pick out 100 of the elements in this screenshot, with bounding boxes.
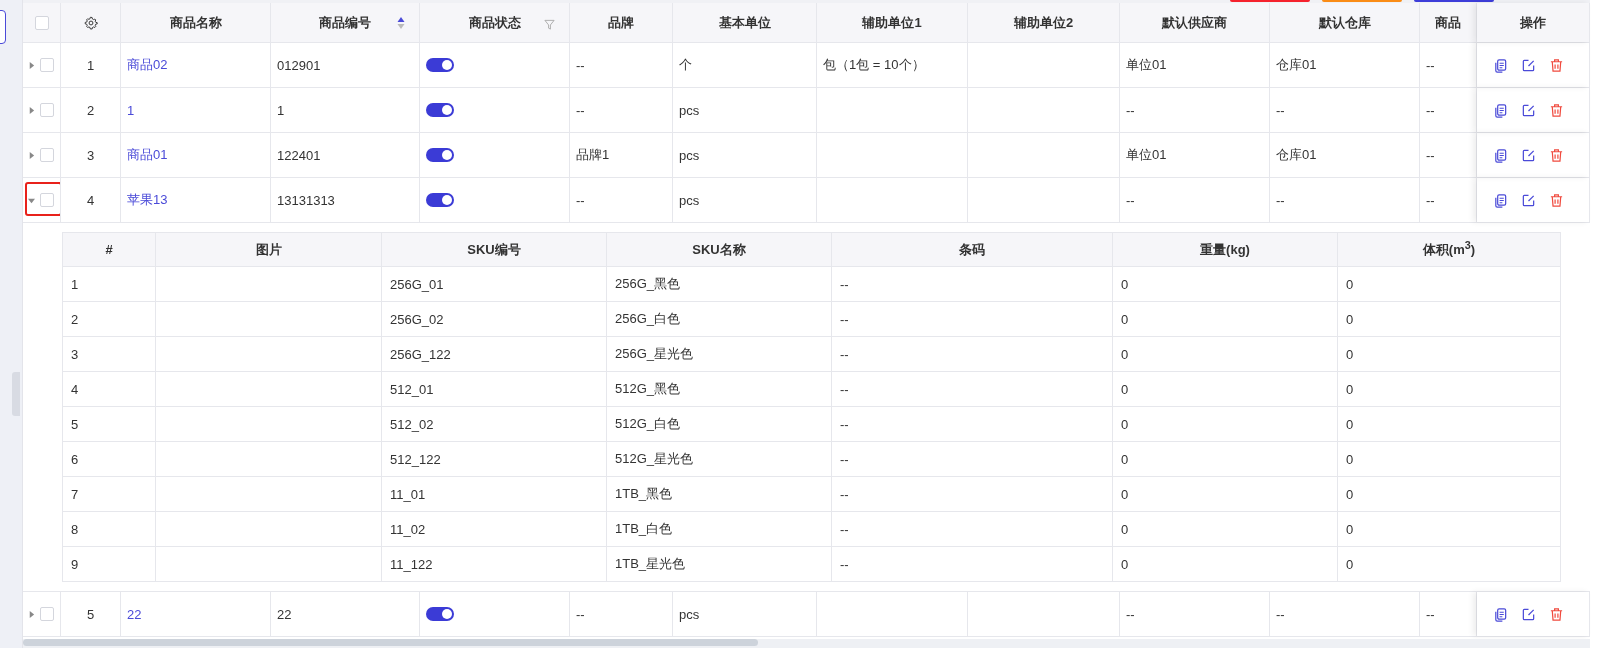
table-cell: 品牌1: [576, 146, 610, 164]
table-cell: 0: [1121, 451, 1129, 467]
delete-icon[interactable]: [1549, 606, 1564, 622]
table-cell: 0: [1121, 381, 1129, 397]
row-number: 1: [86, 57, 95, 73]
table-cell: 0: [1346, 346, 1354, 362]
column-header: SKU名称: [692, 240, 746, 259]
delete-icon[interactable]: [1549, 102, 1564, 118]
table-cell: --: [576, 606, 585, 622]
edit-icon[interactable]: [1521, 57, 1536, 73]
table-cell: 个: [679, 56, 692, 74]
table-cell: 0: [1346, 416, 1354, 432]
table-cell: 11_02: [390, 521, 426, 537]
edit-icon[interactable]: [1521, 147, 1536, 163]
table-cell: --: [1126, 102, 1135, 118]
copy-icon[interactable]: [1493, 606, 1508, 622]
table-cell: 0: [1346, 381, 1354, 397]
table-cell: 13131313: [277, 192, 335, 208]
product-name-link[interactable]: 商品02: [127, 56, 168, 74]
edit-icon[interactable]: [1521, 606, 1536, 622]
table-cell: --: [576, 192, 585, 208]
table-cell: 5: [71, 416, 79, 432]
table-cell: --: [1126, 192, 1135, 208]
row-checkbox[interactable]: [40, 148, 54, 162]
column-header: 默认供应商: [1162, 13, 1227, 32]
copy-icon[interactable]: [1493, 57, 1508, 73]
column-header: 辅助单位2: [1013, 13, 1074, 32]
table-cell: 4: [71, 381, 79, 397]
settings-icon[interactable]: [83, 15, 98, 30]
column-header: 辅助单位1: [862, 13, 922, 32]
status-toggle[interactable]: [426, 607, 454, 621]
sort-icon[interactable]: [397, 15, 405, 30]
delete-icon[interactable]: [1549, 57, 1564, 73]
table-cell: 仓库01: [1276, 56, 1317, 74]
table-cell: 0: [1346, 451, 1354, 467]
copy-icon[interactable]: [1493, 102, 1508, 118]
row-checkbox[interactable]: [40, 193, 54, 207]
table-cell: 1TB_星光色: [615, 555, 686, 573]
table-cell: 7: [71, 486, 79, 502]
column-header: SKU编号: [467, 240, 521, 259]
table-cell: --: [576, 102, 585, 118]
table-cell: --: [1126, 606, 1135, 622]
table-cell: --: [840, 276, 849, 292]
table-cell: --: [1426, 606, 1435, 622]
table-cell: --: [840, 381, 849, 397]
status-toggle[interactable]: [426, 148, 454, 162]
table-cell: 3: [71, 346, 79, 362]
table-cell: --: [840, 346, 849, 362]
edit-icon[interactable]: [1521, 102, 1536, 118]
copy-icon[interactable]: [1493, 147, 1508, 163]
row-checkbox[interactable]: [40, 607, 54, 621]
table-cell: 0: [1346, 521, 1354, 537]
table-cell: --: [1276, 606, 1285, 622]
table-cell: 512_122: [390, 451, 441, 467]
product-name-link[interactable]: 1: [127, 102, 135, 118]
table-cell: 256G_01: [390, 276, 444, 292]
expand-caret-icon[interactable]: [28, 61, 35, 69]
product-name-link[interactable]: 商品01: [127, 146, 168, 164]
table-cell: 2: [71, 311, 79, 327]
expand-caret-icon[interactable]: [28, 196, 35, 204]
column-header: 默认仓库: [1318, 13, 1371, 32]
product-name-link[interactable]: 22: [127, 606, 142, 622]
expand-caret-icon[interactable]: [28, 106, 35, 114]
table-cell: --: [840, 521, 849, 537]
expand-caret-icon[interactable]: [28, 151, 35, 159]
table-cell: --: [576, 57, 585, 73]
row-number: 2: [86, 102, 95, 118]
status-toggle[interactable]: [426, 193, 454, 207]
table-cell: 0: [1346, 311, 1354, 327]
filter-icon[interactable]: [544, 19, 555, 30]
table-cell: --: [1426, 57, 1435, 73]
table-cell: 0: [1121, 276, 1129, 292]
expand-caret-icon[interactable]: [28, 610, 35, 618]
table-cell: 1TB_黑色: [615, 485, 673, 503]
edit-icon[interactable]: [1521, 192, 1536, 208]
product-name-link[interactable]: 苹果13: [127, 191, 168, 209]
row-checkbox[interactable]: [40, 103, 54, 117]
table-cell: --: [1426, 102, 1435, 118]
copy-icon[interactable]: [1493, 192, 1508, 208]
delete-icon[interactable]: [1549, 192, 1564, 208]
row-checkbox[interactable]: [40, 58, 54, 72]
status-toggle[interactable]: [426, 103, 454, 117]
horizontal-scrollbar[interactable]: [23, 639, 758, 646]
table-cell: --: [1426, 147, 1435, 163]
table-cell: 0: [1121, 556, 1129, 572]
status-toggle[interactable]: [426, 58, 454, 72]
table-cell: --: [840, 486, 849, 502]
column-header: 条码: [959, 240, 985, 259]
table-cell: 512_01: [390, 381, 434, 397]
table-cell: pcs: [679, 192, 700, 208]
table-cell: 512_02: [390, 416, 434, 432]
table-cell: 1TB_白色: [615, 520, 673, 538]
table-cell: 22: [277, 606, 292, 622]
select-all-checkbox[interactable]: [34, 15, 49, 30]
table-cell: 仓库01: [1276, 146, 1317, 164]
table-cell: --: [840, 556, 849, 572]
table-cell: --: [1276, 102, 1285, 118]
table-cell: 1: [277, 102, 285, 118]
column-header: 商品名称: [169, 13, 222, 32]
delete-icon[interactable]: [1549, 147, 1564, 163]
